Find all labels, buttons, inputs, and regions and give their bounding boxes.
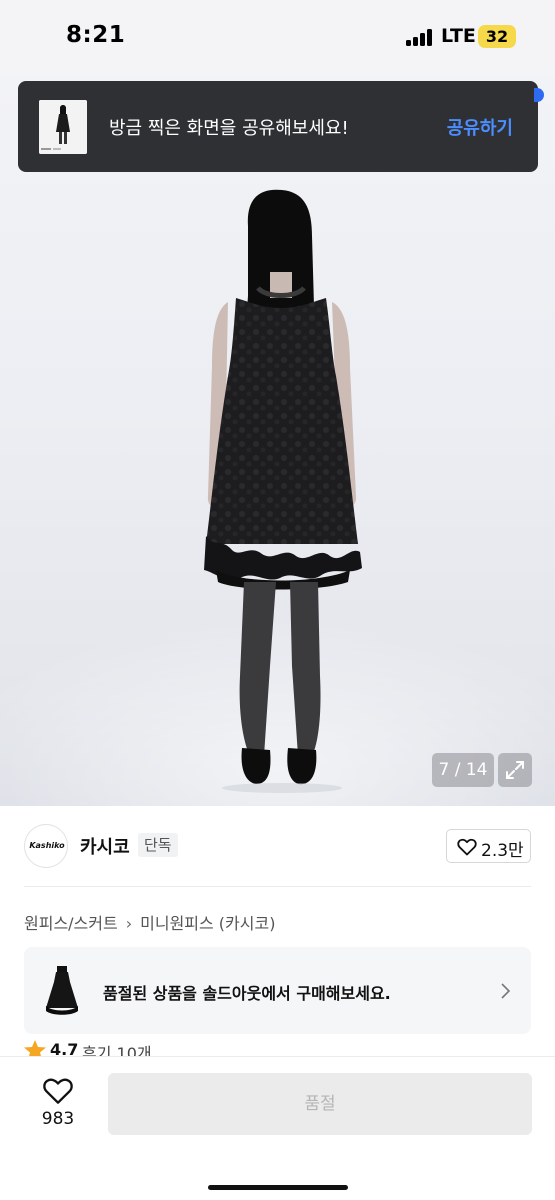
- product-image[interactable]: [0, 76, 555, 806]
- dress-thumbnail: [46, 966, 78, 1015]
- signal-icon: [406, 28, 436, 46]
- like-count: 983: [41, 1109, 75, 1129]
- brand-like-button[interactable]: 2.3만: [446, 829, 531, 863]
- brand-like-count: 2.3만: [481, 841, 524, 861]
- soldout-buy-button[interactable]: 품절: [108, 1073, 532, 1135]
- soldout-promo-card[interactable]: 품절된 상품을 솔드아웃에서 구매해보세요.: [24, 947, 531, 1034]
- brand-logo-text: Kashiko: [29, 841, 65, 850]
- home-indicator: [208, 1185, 348, 1190]
- status-bar: 8:21 LTE 32: [0, 0, 555, 76]
- image-counter: 7 / 14: [432, 753, 494, 787]
- like-button[interactable]: 983: [36, 1075, 80, 1135]
- exclusive-badge: 단독: [138, 833, 178, 857]
- breadcrumb-category[interactable]: 원피스/스커트: [24, 914, 118, 933]
- divider: [24, 886, 531, 887]
- battery-icon: 32: [478, 25, 516, 48]
- share-thumbnail: [39, 100, 87, 154]
- status-time: 8:21: [66, 22, 126, 48]
- heart-icon: [43, 1078, 73, 1104]
- share-message: 방금 찍은 화면을 공유해보세요!: [109, 118, 349, 139]
- share-button[interactable]: 공유하기: [447, 114, 513, 140]
- expand-image-button[interactable]: [498, 753, 532, 787]
- brand-name[interactable]: 카시코: [80, 833, 130, 859]
- product-photo-model: [0, 189, 555, 806]
- breadcrumb: 원피스/스커트 › 미니원피스 (카시코): [24, 910, 275, 934]
- chevron-right-icon: ›: [125, 914, 133, 933]
- share-toast: 방금 찍은 화면을 공유해보세요! 공유하기: [18, 81, 544, 172]
- network-type: LTE: [441, 25, 476, 47]
- expand-icon: [506, 761, 524, 779]
- soldout-message: 품절된 상품을 솔드아웃에서 구매해보세요.: [103, 984, 391, 1003]
- brand-logo[interactable]: Kashiko: [24, 824, 68, 868]
- bottom-action-bar: 983 품절: [0, 1056, 555, 1200]
- chevron-right-icon: [501, 983, 511, 999]
- heart-icon: [457, 838, 477, 856]
- breadcrumb-subcategory[interactable]: 미니원피스 (카시코): [140, 914, 275, 933]
